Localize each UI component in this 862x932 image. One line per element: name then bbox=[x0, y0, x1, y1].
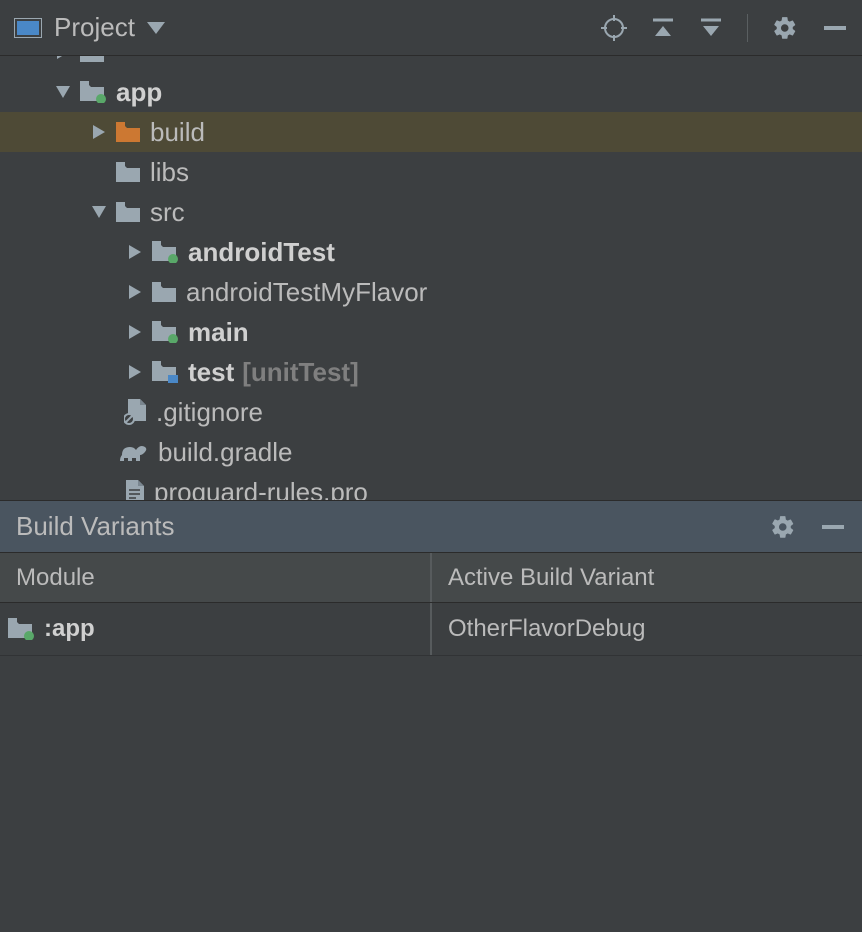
chevron-right-icon[interactable] bbox=[124, 365, 146, 379]
tree-label: build.gradle bbox=[158, 432, 292, 472]
tree-node-test[interactable]: test [unitTest] bbox=[0, 352, 862, 392]
text-file-icon bbox=[124, 480, 144, 500]
tree-label: .gitignore bbox=[156, 392, 263, 432]
tree-label: app bbox=[116, 72, 162, 112]
test-folder-icon bbox=[152, 241, 178, 263]
chevron-right-icon[interactable] bbox=[124, 245, 146, 259]
variant-value: OtherFlavorDebug bbox=[448, 615, 645, 643]
build-variants-title: Build Variants bbox=[16, 511, 175, 542]
tree-label: proguard-rules.pro bbox=[154, 472, 368, 500]
chevron-right-icon[interactable] bbox=[124, 325, 146, 339]
chevron-down-icon[interactable] bbox=[88, 206, 110, 218]
folder-icon bbox=[80, 56, 104, 62]
tree-label: main bbox=[188, 312, 249, 352]
tree-node-build-gradle[interactable]: build.gradle bbox=[0, 432, 862, 472]
tree-node-gitignore[interactable]: .gitignore bbox=[0, 392, 862, 432]
tree-node-src[interactable]: src bbox=[0, 192, 862, 232]
column-module[interactable]: Module bbox=[0, 553, 432, 602]
project-view-icon bbox=[14, 18, 42, 38]
project-view-dropdown-icon[interactable] bbox=[147, 22, 165, 34]
module-icon bbox=[8, 618, 34, 640]
build-variants-header: Build Variants bbox=[0, 500, 862, 552]
tree-node-app[interactable]: app bbox=[0, 72, 862, 112]
build-variants-empty bbox=[0, 656, 862, 932]
tree-node-proguard[interactable]: proguard-rules.pro bbox=[0, 472, 862, 500]
tree-label: test bbox=[188, 352, 234, 392]
chevron-right-icon[interactable] bbox=[124, 285, 146, 299]
unittest-folder-icon bbox=[152, 361, 178, 383]
build-variants-table-header: Module Active Build Variant bbox=[0, 552, 862, 602]
project-tree[interactable]: app build libs bbox=[0, 56, 862, 500]
tree-node-androidTestMyFlavor[interactable]: androidTestMyFlavor bbox=[0, 272, 862, 312]
excluded-folder-icon bbox=[116, 122, 140, 142]
variant-cell[interactable]: OtherFlavorDebug bbox=[432, 603, 862, 655]
tree-node-libs[interactable]: libs bbox=[0, 152, 862, 192]
tree-label-suffix: [unitTest] bbox=[242, 352, 359, 392]
minimize-icon[interactable] bbox=[822, 15, 848, 41]
tree-label: androidTest bbox=[188, 232, 335, 272]
project-title[interactable]: Project bbox=[54, 12, 135, 43]
module-folder-icon bbox=[80, 81, 106, 103]
build-variants-row[interactable]: :app OtherFlavorDebug bbox=[0, 602, 862, 656]
gitignore-file-icon bbox=[124, 399, 146, 425]
tree-node-main[interactable]: main bbox=[0, 312, 862, 352]
gear-icon[interactable] bbox=[772, 15, 798, 41]
expand-all-icon[interactable] bbox=[651, 16, 675, 40]
project-toolbar: Project bbox=[0, 0, 862, 56]
tree-node-hidden[interactable] bbox=[0, 56, 862, 72]
chevron-right-icon[interactable] bbox=[52, 56, 74, 59]
tree-node-androidTest[interactable]: androidTest bbox=[0, 232, 862, 272]
tree-label: androidTestMyFlavor bbox=[186, 272, 427, 312]
tree-node-build[interactable]: build bbox=[0, 112, 862, 152]
chevron-down-icon[interactable] bbox=[52, 86, 74, 98]
source-folder-icon bbox=[152, 321, 178, 343]
locate-icon[interactable] bbox=[601, 15, 627, 41]
tree-label: src bbox=[150, 192, 185, 232]
tree-label: build bbox=[150, 112, 205, 152]
minimize-icon[interactable] bbox=[820, 514, 846, 540]
folder-icon bbox=[116, 202, 140, 222]
gear-icon[interactable] bbox=[770, 514, 796, 540]
folder-icon bbox=[116, 162, 140, 182]
folder-icon bbox=[152, 282, 176, 302]
gradle-file-icon bbox=[120, 441, 148, 463]
module-name: :app bbox=[44, 615, 95, 643]
chevron-right-icon[interactable] bbox=[88, 125, 110, 139]
module-cell[interactable]: :app bbox=[0, 603, 432, 655]
collapse-all-icon[interactable] bbox=[699, 16, 723, 40]
tree-label: libs bbox=[150, 152, 189, 192]
column-active-variant[interactable]: Active Build Variant bbox=[432, 553, 862, 602]
